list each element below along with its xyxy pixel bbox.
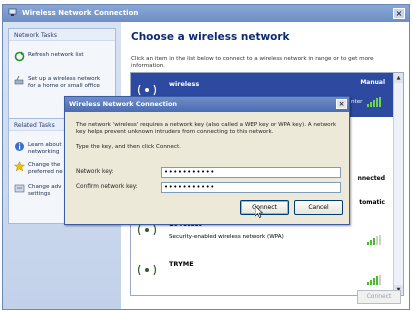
network-key-label: Network key: xyxy=(76,169,114,175)
signal-strength-icon xyxy=(367,275,381,285)
dialog-message: The network 'wireless' requires a networ… xyxy=(76,122,337,135)
network-status: Manual xyxy=(360,79,385,86)
network-list-scrollbar[interactable]: ▲ ▼ xyxy=(393,73,403,295)
network-extra: nter xyxy=(351,99,363,105)
dialog-title-bar: Wireless Network Connection × xyxy=(65,97,349,112)
network-tasks-header: Network Tasks xyxy=(9,29,115,41)
title-bar: Wireless Network Connection × xyxy=(3,5,409,22)
confirm-key-label: Confirm network key: xyxy=(76,184,138,190)
instructions-text: Click an item in the list below to conne… xyxy=(131,56,374,69)
window-title: Wireless Network Connection xyxy=(22,9,139,17)
page-title: Choose a wireless network xyxy=(131,31,290,43)
network-status: tomatic xyxy=(359,199,385,206)
network-security: Security-enabled wireless network (WPA) xyxy=(169,234,284,240)
wireless-setup-icon xyxy=(14,75,24,85)
network-name: TRYME xyxy=(169,260,194,268)
wireless-antenna-icon xyxy=(137,264,157,276)
star-icon xyxy=(14,161,25,172)
settings-icon xyxy=(14,184,25,193)
connect-button-disabled[interactable]: Connect xyxy=(357,290,401,304)
confirm-key-input[interactable]: ••••••••••• xyxy=(161,182,341,193)
network-key-input[interactable]: ••••••••••• xyxy=(161,167,341,178)
connect-button[interactable]: Connect xyxy=(240,200,289,215)
dialog-title: Wireless Network Connection xyxy=(69,100,178,108)
cancel-button[interactable]: Cancel xyxy=(294,200,343,215)
network-item-tryme[interactable]: TRYME xyxy=(131,253,393,295)
signal-strength-icon xyxy=(367,97,381,107)
dialog-prompt: Type the key, and then click Connect. xyxy=(76,144,181,150)
network-name: wireless xyxy=(169,80,200,88)
network-icon xyxy=(8,8,17,16)
info-icon xyxy=(15,142,24,151)
signal-strength-icon xyxy=(367,235,381,245)
refresh-icon xyxy=(14,51,25,62)
dialog-close-button[interactable]: × xyxy=(336,99,347,109)
window-close-button[interactable]: × xyxy=(393,8,405,19)
scroll-up-arrow-icon[interactable]: ▲ xyxy=(394,73,403,83)
mouse-pointer-icon xyxy=(255,206,263,218)
network-key-dialog: Wireless Network Connection × The networ… xyxy=(64,96,350,225)
